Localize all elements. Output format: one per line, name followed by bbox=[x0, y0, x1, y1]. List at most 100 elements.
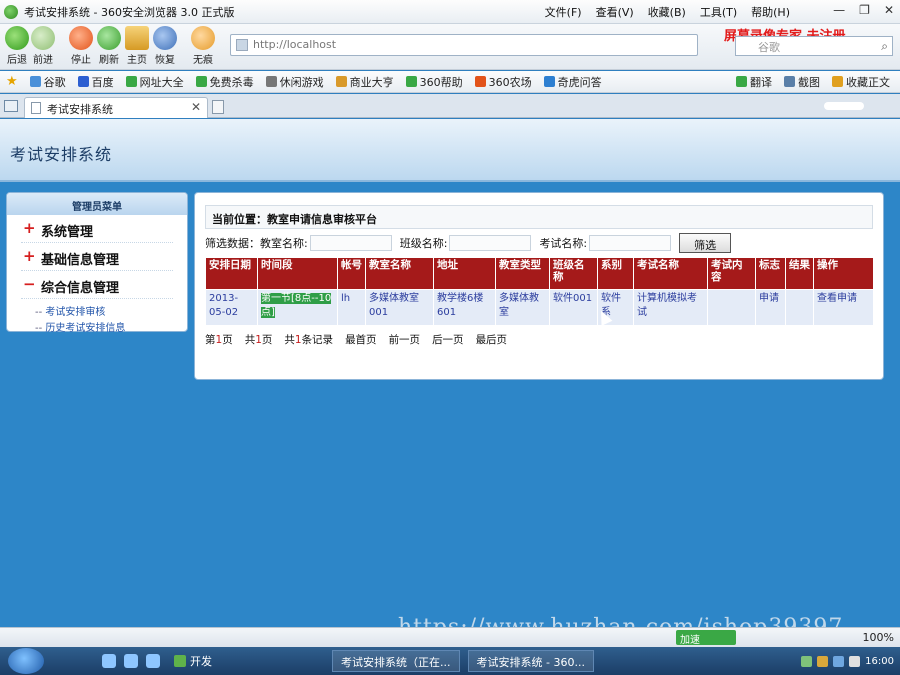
fav-360-farm[interactable]: 360农场 bbox=[474, 74, 532, 90]
view-application-link[interactable]: 查看申请 bbox=[813, 289, 874, 326]
keyboard-icon[interactable] bbox=[801, 655, 813, 667]
screenshot-button[interactable]: 截图 bbox=[784, 74, 820, 90]
incognito-button[interactable]: 无痕 bbox=[188, 26, 218, 66]
page-total: 共1页 bbox=[244, 334, 273, 346]
bookmark-icon bbox=[832, 76, 843, 87]
first-page-link[interactable]: 最首页 bbox=[345, 332, 377, 347]
refresh-button[interactable]: 刷新 bbox=[94, 26, 124, 66]
app-title: 考试安排系统 bbox=[10, 145, 113, 164]
breadcrumb: 当前位置：教室申请信息审核平台 bbox=[205, 205, 873, 229]
fav-360-help[interactable]: 360帮助 bbox=[405, 74, 463, 90]
cell-date: 2013-05-02 bbox=[205, 289, 258, 326]
last-page-link[interactable]: 最后页 bbox=[476, 332, 508, 347]
save-text-button[interactable]: 收藏正文 bbox=[832, 74, 890, 90]
expand-icon: + bbox=[23, 219, 36, 237]
status-bar: 加速 100% bbox=[0, 627, 900, 647]
menu-group-system[interactable]: + 系统管理 bbox=[21, 219, 173, 243]
menu-tools[interactable]: 工具(T) bbox=[700, 4, 737, 20]
new-tab-icon[interactable] bbox=[212, 100, 224, 114]
cell-class-name: 软件001 bbox=[549, 289, 598, 326]
sidebar-item-exam-review[interactable]: 考试安排审核 bbox=[35, 305, 187, 321]
fav-antivirus[interactable]: 免费杀毒 bbox=[195, 74, 254, 90]
stop-icon bbox=[69, 26, 93, 50]
menu-help[interactable]: 帮助(H) bbox=[751, 4, 790, 20]
col-date: 安排日期 bbox=[205, 257, 258, 290]
minimize-icon[interactable]: — bbox=[833, 3, 845, 17]
tab-strip: 考试安排系统 ✕ bbox=[0, 94, 900, 118]
restore-button[interactable]: 恢复 bbox=[150, 26, 180, 66]
col-department: 系别 bbox=[597, 257, 634, 290]
tab-close-icon[interactable]: ✕ bbox=[191, 100, 201, 114]
menu-group-integrated-info[interactable]: − 综合信息管理 bbox=[21, 275, 173, 299]
start-button[interactable] bbox=[8, 648, 44, 674]
incognito-icon bbox=[191, 26, 215, 50]
tab-scroll-handle[interactable] bbox=[824, 102, 864, 110]
browser-icon[interactable] bbox=[124, 654, 138, 668]
page-indicator: 第1页 bbox=[205, 334, 233, 346]
filter-button[interactable]: 筛选 bbox=[679, 233, 732, 253]
tab-exam-system[interactable]: 考试安排系统 ✕ bbox=[24, 97, 208, 118]
cell-room-name: 多媒体教室001 bbox=[365, 289, 434, 326]
sidebar-toggle-icon[interactable] bbox=[4, 100, 18, 112]
window-title: 考试安排系统 - 360安全浏览器 3.0 正式版 bbox=[24, 5, 235, 19]
sidebar-item-exam-history[interactable]: 历史考试安排信息 bbox=[35, 321, 187, 337]
cell-result bbox=[785, 289, 814, 326]
menu-favorites[interactable]: 收藏(B) bbox=[648, 4, 686, 20]
cell-exam-name: 计算机模拟考试 bbox=[633, 289, 708, 326]
filter-bar: 筛选数据： 教室名称: 班级名称: 考试名称: 筛选 bbox=[205, 233, 873, 253]
col-exam-content: 考试内容 bbox=[707, 257, 756, 290]
menu-file[interactable]: 文件(F) bbox=[545, 4, 582, 20]
expand-icon: + bbox=[23, 247, 36, 265]
fav-games[interactable]: 休闲游戏 bbox=[265, 74, 324, 90]
fav-baidu[interactable]: 百度 bbox=[77, 74, 114, 90]
stop-button[interactable]: 停止 bbox=[66, 26, 96, 66]
col-class-name: 班级名称 bbox=[549, 257, 598, 290]
network-icon[interactable] bbox=[833, 655, 845, 667]
search-input[interactable]: 谷歌 ⌕ bbox=[735, 36, 893, 56]
home-button[interactable]: 主页 bbox=[122, 26, 152, 66]
farm-icon bbox=[474, 76, 486, 87]
cell-address: 教学楼6楼601 bbox=[433, 289, 496, 326]
ie-icon[interactable] bbox=[102, 654, 116, 668]
class-name-input[interactable] bbox=[449, 235, 532, 251]
fav-qa[interactable]: 奇虎问答 bbox=[543, 74, 602, 90]
search-icon[interactable]: ⌕ bbox=[881, 39, 888, 54]
fav-google[interactable]: 谷歌 bbox=[29, 74, 66, 90]
prev-page-link[interactable]: 前一页 bbox=[389, 332, 421, 347]
gamepad-icon bbox=[265, 76, 277, 87]
favorites-star-icon[interactable]: ★ bbox=[6, 74, 18, 89]
desktop-icon[interactable] bbox=[146, 654, 160, 668]
taskbar-item-browser[interactable]: 考试安排系统 - 360... bbox=[467, 650, 594, 672]
web-page: 考试安排系统 管理员菜单 +系统管理 +基础信息管理 −综合信息管理 考试安排审… bbox=[0, 119, 900, 627]
volume-icon[interactable] bbox=[849, 655, 861, 667]
menu-group-basic-info[interactable]: + 基础信息管理 bbox=[21, 247, 173, 271]
class-filter-label: 班级名称: bbox=[399, 237, 448, 250]
collapse-icon: − bbox=[23, 275, 36, 293]
table-row: 2013-05-02 第一节[8点--10点] lh 多媒体教室001 教学楼6… bbox=[205, 289, 874, 326]
exam-name-input[interactable] bbox=[589, 235, 672, 251]
fav-directory[interactable]: 网址大全 bbox=[125, 74, 184, 90]
schedule-table: 安排日期 时间段 帐号 教室名称 地址 教室类型 班级名称 系别 考试名称 考试… bbox=[205, 257, 874, 326]
close-icon[interactable]: ✕ bbox=[884, 3, 894, 17]
taskbar-item-recorder[interactable]: 考试安排系统（正在... bbox=[332, 650, 460, 672]
address-text: http://localhost bbox=[253, 38, 337, 51]
forward-button[interactable]: 前进 bbox=[28, 26, 58, 66]
table-header-row: 安排日期 时间段 帐号 教室名称 地址 教室类型 班级名称 系别 考试名称 考试… bbox=[205, 257, 874, 290]
menu-view[interactable]: 查看(V) bbox=[596, 4, 634, 20]
business-icon bbox=[335, 76, 347, 87]
maximize-icon[interactable]: ❐ bbox=[859, 3, 870, 17]
fav-business[interactable]: 商业大亨 bbox=[335, 74, 394, 90]
translate-button[interactable]: 翻译 bbox=[736, 74, 772, 90]
address-bar[interactable]: http://localhost bbox=[230, 34, 698, 56]
taskbar: 开发 考试安排系统（正在... 考试安排系统 - 360... 16:00 bbox=[0, 647, 900, 675]
globe-icon bbox=[125, 76, 137, 87]
main-content: 当前位置：教室申请信息审核平台 筛选数据： 教室名称: 班级名称: 考试名称: … bbox=[205, 205, 874, 347]
shield-icon[interactable] bbox=[817, 655, 829, 667]
next-page-link[interactable]: 后一页 bbox=[432, 332, 464, 347]
zoom-level[interactable]: 100% bbox=[863, 631, 894, 644]
taskbar-dev-folder[interactable]: 开发 bbox=[174, 653, 212, 669]
room-name-input[interactable] bbox=[309, 235, 392, 251]
col-result: 结果 bbox=[785, 257, 814, 290]
qa-icon bbox=[543, 76, 555, 87]
accelerator-badge[interactable]: 加速 bbox=[676, 630, 736, 646]
